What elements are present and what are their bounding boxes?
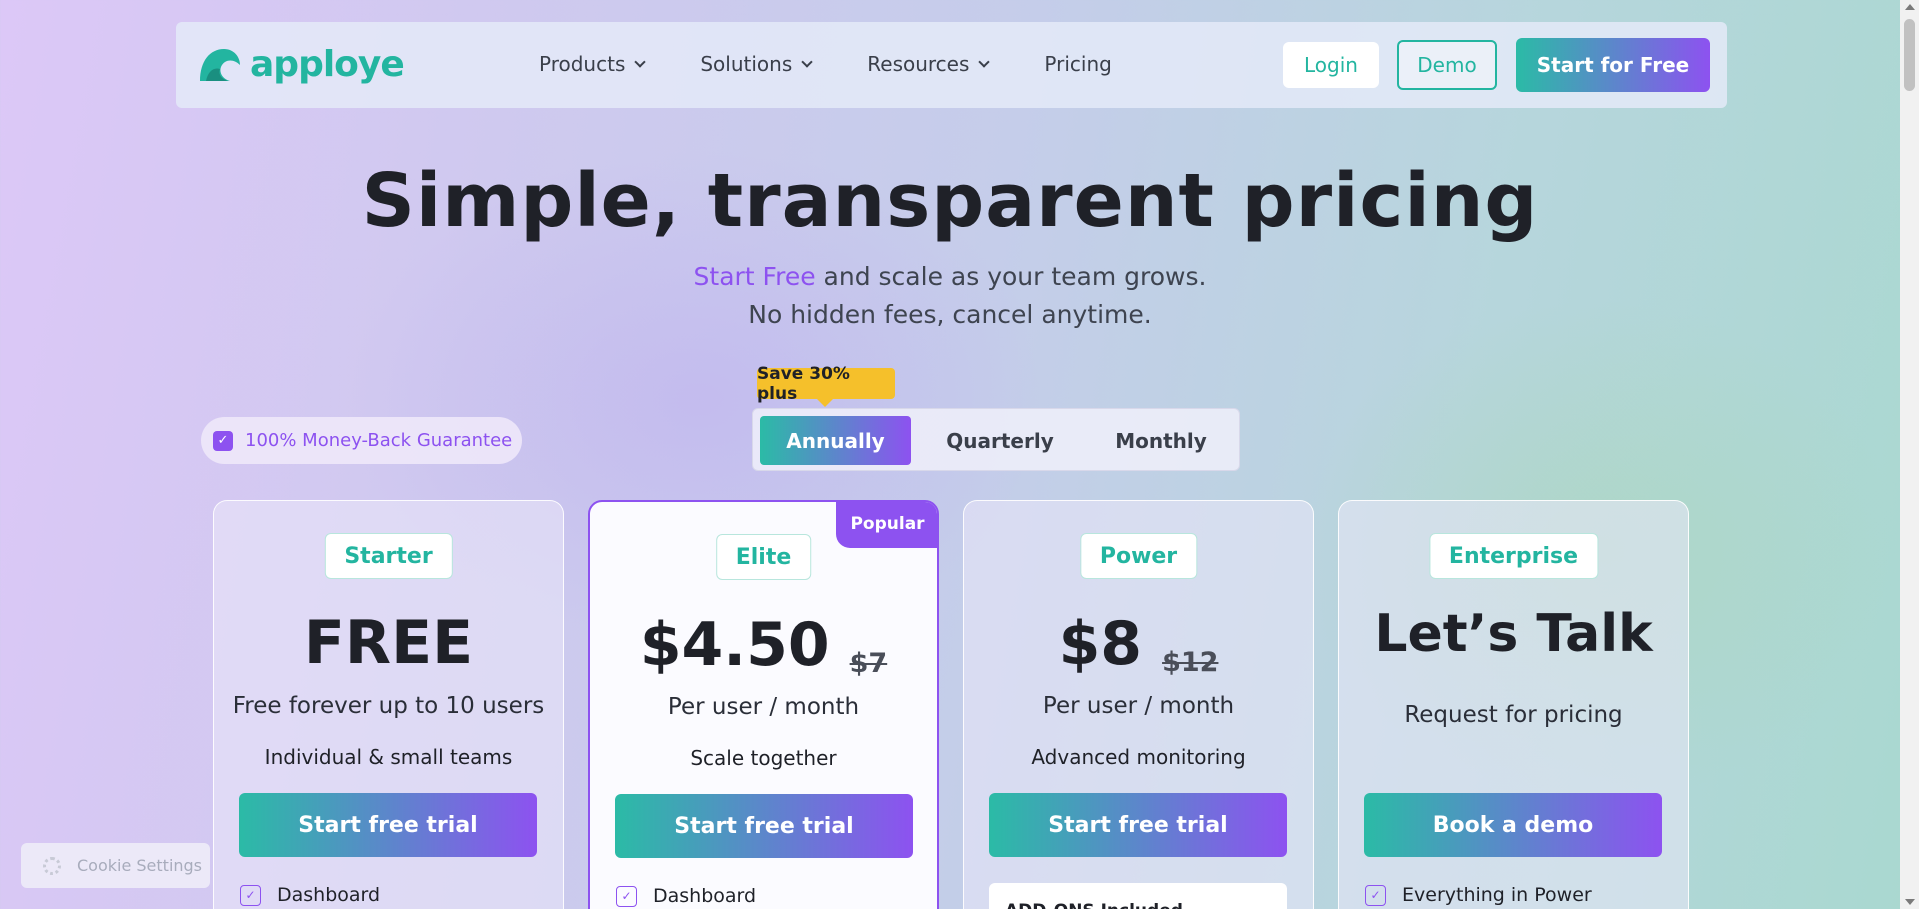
start-free-trial-button[interactable]: Start free trial bbox=[989, 793, 1287, 857]
nav-pricing[interactable]: Pricing bbox=[1044, 52, 1111, 76]
billing-option-monthly[interactable]: Monthly bbox=[1089, 416, 1233, 465]
billing-option-annually[interactable]: Annually bbox=[760, 416, 911, 465]
plan-feature-label: Dashboard bbox=[277, 884, 381, 906]
cookie-settings-button[interactable]: Cookie Settings bbox=[21, 843, 210, 888]
hero-subtitle-rest: and scale as your team grows. bbox=[815, 262, 1207, 291]
billing-period-toggle: Annually Quarterly Monthly bbox=[752, 408, 1240, 471]
wave-logo-icon bbox=[200, 48, 240, 81]
chevron-down-icon bbox=[978, 55, 991, 68]
plan-price: $4.50 bbox=[639, 610, 830, 680]
plan-name: Enterprise bbox=[1428, 533, 1599, 579]
nav-resources-label: Resources bbox=[867, 52, 970, 76]
scrollbar-thumb[interactable] bbox=[1904, 19, 1915, 91]
check-icon: ✓ bbox=[213, 430, 233, 451]
main-menu: Products Solutions Resources Pricing bbox=[539, 52, 1168, 76]
plan-price: FREE bbox=[303, 608, 474, 678]
plan-price-row: $4.50 $7 bbox=[590, 609, 937, 681]
plan-feature-label: Everything in Power bbox=[1402, 884, 1592, 906]
plan-card-elite: Popular Elite $4.50 $7 Per user / month … bbox=[588, 500, 939, 909]
chevron-down-icon bbox=[801, 55, 813, 68]
hero-subtitle-2: No hidden fees, cancel anytime. bbox=[748, 300, 1152, 329]
billing-option-quarterly[interactable]: Quarterly bbox=[920, 416, 1080, 465]
money-back-guarantee-badge: ✓ 100% Money-Back Guarantee bbox=[201, 417, 522, 464]
plan-price-note: Per user / month bbox=[1042, 693, 1235, 719]
nav-products[interactable]: Products bbox=[539, 52, 647, 76]
plan-price-note: Request for pricing bbox=[1404, 702, 1623, 728]
demo-button[interactable]: Demo bbox=[1397, 40, 1497, 90]
plan-tagline: Advanced monitoring bbox=[1031, 745, 1246, 769]
plan-card-starter: Starter FREE Free forever up to 10 users… bbox=[213, 500, 564, 909]
plan-feature: ✓ Dashboard bbox=[616, 885, 756, 907]
plan-name: Elite bbox=[715, 534, 812, 580]
book-a-demo-button[interactable]: Book a demo bbox=[1364, 793, 1662, 857]
start-for-free-button[interactable]: Start for Free bbox=[1516, 38, 1710, 92]
plan-price-note: Free forever up to 10 users bbox=[232, 693, 545, 719]
vertical-scrollbar[interactable] bbox=[1900, 0, 1919, 909]
check-icon: ✓ bbox=[240, 884, 261, 906]
nav-solutions[interactable]: Solutions bbox=[700, 52, 813, 76]
plan-name: Starter bbox=[324, 533, 453, 579]
check-icon: ✓ bbox=[1365, 884, 1386, 906]
plan-feature: ✓ Everything in Power bbox=[1365, 884, 1592, 906]
check-icon: ✓ bbox=[616, 885, 637, 907]
nav-resources[interactable]: Resources bbox=[867, 52, 991, 76]
plan-price-row: $8 $12 bbox=[964, 608, 1313, 680]
nav-products-label: Products bbox=[539, 52, 626, 76]
start-free-trial-button[interactable]: Start free trial bbox=[239, 793, 537, 857]
start-free-trial-button[interactable]: Start free trial bbox=[615, 794, 913, 858]
plan-feature: ✓ Dashboard bbox=[240, 884, 380, 906]
plan-feature-label: Dashboard bbox=[653, 885, 757, 907]
plan-price: Let’s Talk bbox=[1374, 604, 1653, 664]
plan-name: Power bbox=[1079, 533, 1198, 579]
plan-old-price: $7 bbox=[849, 648, 888, 679]
logo[interactable]: apploye bbox=[196, 44, 405, 85]
plan-old-price: $12 bbox=[1162, 647, 1219, 678]
hero-subtitle: Start Free and scale as your team grows. bbox=[0, 262, 1900, 291]
plan-price-note: Per user / month bbox=[667, 694, 860, 720]
top-navbar: apploye Products Solutions Resources Pri… bbox=[176, 22, 1727, 108]
save-badge: Save 30% plus bbox=[757, 364, 895, 407]
plan-tagline: Individual & small teams bbox=[264, 745, 513, 769]
addons-panel[interactable]: ADD-ONS Included bbox=[989, 883, 1287, 909]
plan-tagline: Scale together bbox=[690, 746, 837, 770]
logo-wordmark: apploye bbox=[250, 44, 405, 85]
popular-badge: Popular bbox=[836, 502, 937, 548]
scroll-down-arrow-icon[interactable] bbox=[1905, 899, 1915, 905]
plan-card-enterprise: Enterprise Let’s Talk Request for pricin… bbox=[1338, 500, 1689, 909]
plan-price: $8 bbox=[1058, 609, 1143, 679]
guarantee-label: 100% Money-Back Guarantee bbox=[245, 430, 513, 451]
scroll-up-arrow-icon[interactable] bbox=[1905, 4, 1915, 10]
nav-solutions-label: Solutions bbox=[700, 52, 793, 76]
plan-card-power: Power $8 $12 Per user / month Advanced m… bbox=[963, 500, 1314, 909]
hero-subtitle-accent: Start Free bbox=[693, 262, 816, 291]
gear-icon bbox=[43, 856, 61, 875]
cookie-settings-label: Cookie Settings bbox=[77, 856, 203, 875]
nav-pricing-label: Pricing bbox=[1044, 52, 1112, 76]
chevron-down-icon bbox=[634, 55, 647, 68]
login-button[interactable]: Login bbox=[1283, 42, 1379, 88]
page-title: Simple, transparent pricing bbox=[361, 158, 1539, 244]
